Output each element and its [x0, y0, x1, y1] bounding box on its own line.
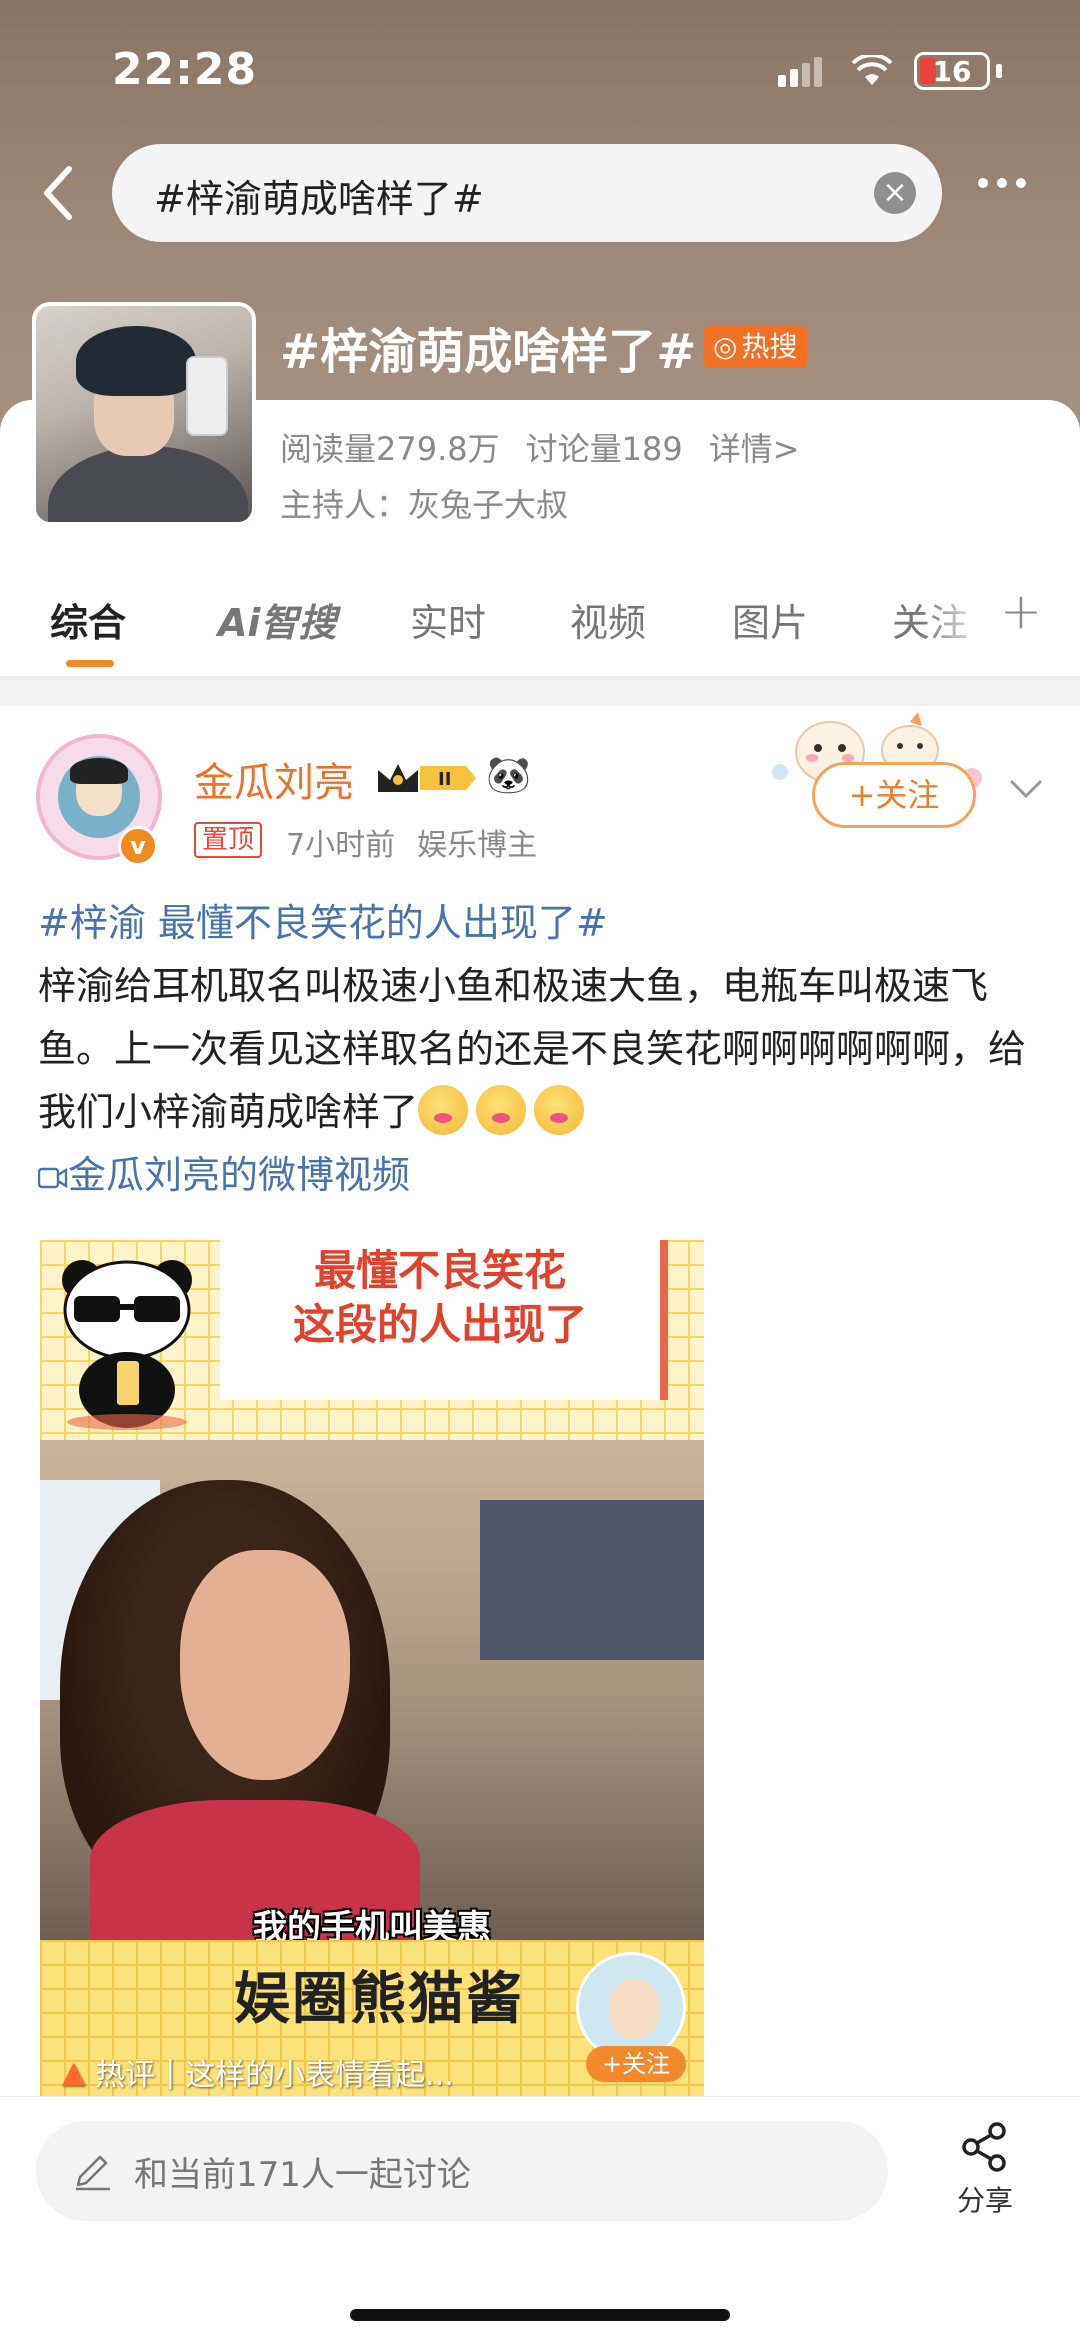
blush-emoji-icon: [418, 1085, 469, 1135]
blush-emoji-icon: [534, 1085, 585, 1135]
status-bar: 22:28 16: [0, 0, 1080, 140]
wifi-icon: [852, 55, 892, 85]
hot-icon: ◎: [713, 330, 738, 363]
topic-title: #梓渝萌成啥样了#: [280, 324, 697, 380]
add-tab-button[interactable]: +: [1000, 582, 1042, 640]
video-camera-icon: [37, 1167, 68, 1189]
read-count: 阅读量279.8万: [280, 430, 500, 468]
panda-icon: 🐼: [486, 755, 531, 796]
flame-icon: ▲: [62, 2054, 86, 2090]
verified-icon: v: [118, 826, 158, 866]
chevron-left-icon: [44, 166, 72, 220]
topic-thumbnail[interactable]: [32, 302, 256, 526]
author-name[interactable]: 金瓜刘亮: [194, 750, 354, 808]
section-divider: [0, 676, 1080, 706]
battery-level: 16: [932, 54, 972, 88]
tab-ai-search[interactable]: Ai智搜: [218, 592, 336, 647]
more-options-button[interactable]: [978, 178, 1026, 188]
video-link[interactable]: 金瓜刘亮的微博视频: [37, 1153, 411, 1197]
video-follow-button[interactable]: +关注: [586, 2046, 686, 2082]
status-time: 22:28: [112, 44, 258, 95]
discussion-count: 讨论量189: [525, 430, 683, 468]
back-button[interactable]: [24, 158, 94, 228]
details-link[interactable]: 详情>: [709, 424, 800, 470]
search-query: #梓渝萌成啥样了#: [154, 177, 484, 221]
search-nav: #梓渝萌成啥样了# ×: [0, 140, 1080, 244]
post-meta: 7小时前 娱乐博主: [286, 820, 537, 864]
clear-icon[interactable]: ×: [874, 172, 916, 214]
panda-mascot-icon: [62, 1260, 192, 1430]
signal-icon: [778, 57, 822, 87]
active-tab-indicator: [66, 660, 114, 667]
post-card[interactable]: v 金瓜刘亮 II 🐼 置顶 7小时前 娱乐博主 +关注 #梓渝 最懂不良笑花的…: [0, 706, 1080, 2096]
search-input[interactable]: #梓渝萌成啥样了# ×: [112, 144, 942, 242]
share-button[interactable]: 分享: [940, 2119, 1030, 2219]
hot-badge-label: 热搜: [741, 330, 798, 363]
chevron-down-icon[interactable]: [1006, 768, 1046, 808]
author-role: 娱乐博主: [417, 828, 538, 863]
tab-overview[interactable]: 综合: [50, 592, 126, 647]
home-indicator: [350, 2309, 730, 2321]
post-content: #梓渝 最懂不良笑花的人出现了# 梓渝给耳机取名叫极速小鱼和极速大鱼，电瓶车叫极…: [37, 892, 1048, 1207]
tab-images[interactable]: 图片: [732, 592, 808, 647]
video-link-label: 金瓜刘亮的微博视频: [68, 1153, 411, 1197]
status-icons: 16: [778, 52, 1002, 90]
vip-crown-icon: II: [378, 764, 476, 792]
svg-text:II: II: [438, 769, 451, 790]
video-frame: [40, 1440, 704, 1950]
tab-video[interactable]: 视频: [570, 592, 646, 647]
bottom-bar: 和当前171人一起讨论 分享: [0, 2096, 1080, 2338]
hot-comment-text: 这样的小表情看起...: [185, 2058, 454, 2093]
hot-search-badge: ◎ 热搜: [703, 326, 808, 368]
share-label: 分享: [956, 2184, 1013, 2217]
video-title: 最懂不良笑花 这段的人出现了: [292, 1246, 587, 1349]
video-brand: 娱圈熊猫酱: [234, 1967, 524, 2032]
hot-comment-label: 热评: [95, 2058, 156, 2093]
blush-emoji-icon: [476, 1085, 527, 1135]
post-time: 7小时前: [286, 828, 396, 863]
pinned-badge: 置顶: [194, 822, 263, 858]
tab-realtime[interactable]: 实时: [410, 592, 486, 647]
post-text: 梓渝给耳机取名叫极速小鱼和极速大鱼，电瓶车叫极速飞鱼。上一次看见这样取名的还是不…: [38, 964, 1027, 1134]
topic-host: 主持人：灰兔子大叔: [280, 486, 569, 524]
pencil-icon: [76, 2155, 110, 2191]
battery-icon: 16: [914, 52, 990, 90]
topic-stats: 阅读量279.8万 讨论量189 详情>: [280, 424, 800, 470]
comment-placeholder: 和当前171人一起讨论: [134, 2155, 471, 2195]
hot-comment[interactable]: ▲ 热评 | 这样的小表情看起...: [62, 2050, 454, 2094]
comment-input[interactable]: 和当前171人一起讨论: [36, 2121, 888, 2221]
tab-bar: 综合 Ai智搜 实时 视频 图片 关注 +: [0, 582, 1080, 672]
follow-button[interactable]: +关注: [812, 762, 976, 828]
video-player[interactable]: 最懂不良笑花 这段的人出现了 我的手机叫美惠 娱圈熊猫酱 +关注 ▲ 热评 |: [40, 1240, 704, 2096]
post-hashtag[interactable]: #梓渝 最懂不良笑花的人出现了#: [38, 901, 608, 945]
share-icon: [962, 2122, 1006, 2172]
